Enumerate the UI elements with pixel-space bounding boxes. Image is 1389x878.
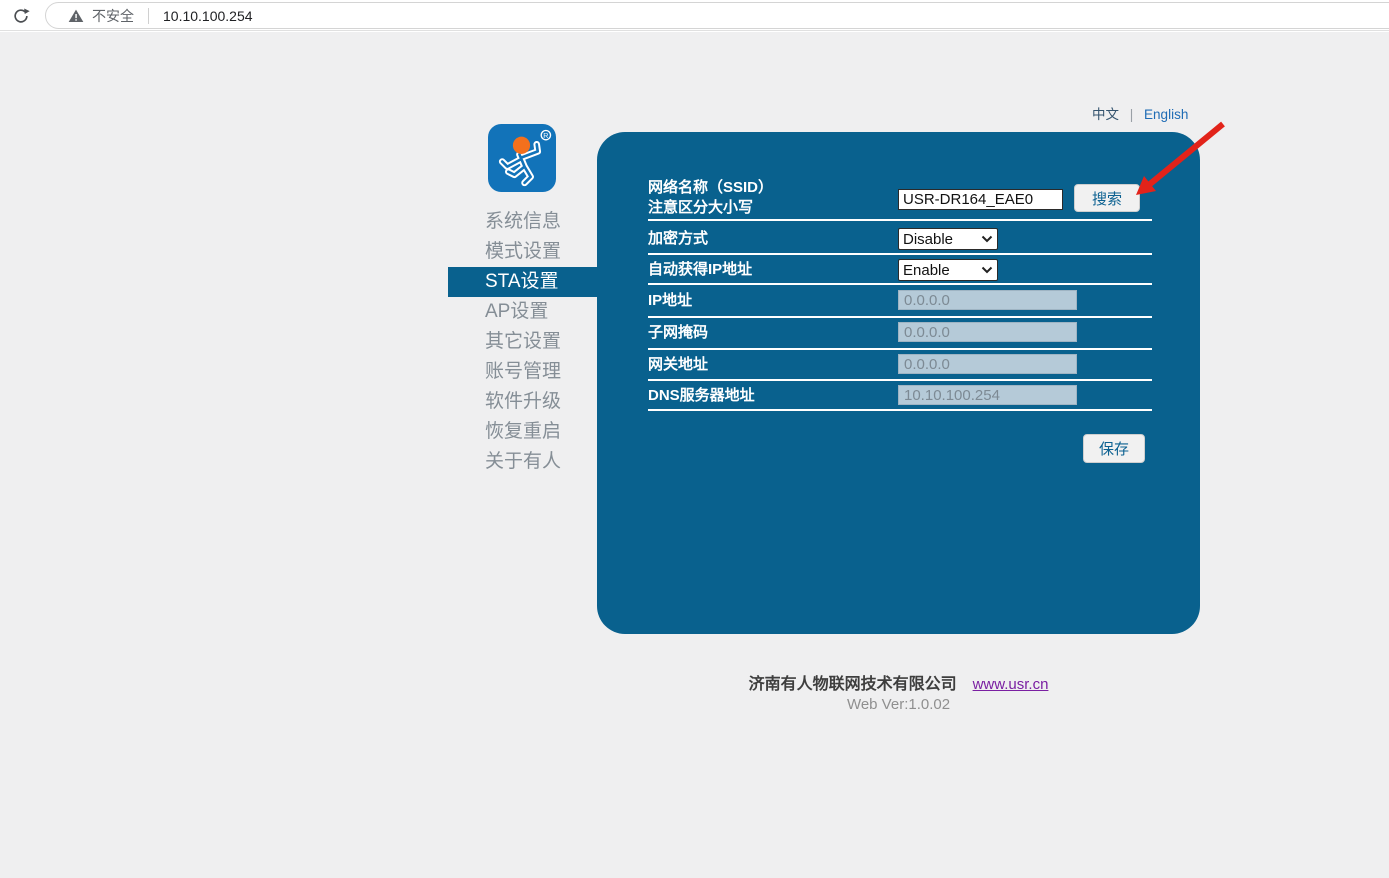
page-background: 中文 | English R 系统信息 模式设置 STA设置 AP设置 其它设置… xyxy=(0,32,1389,878)
language-divider: | xyxy=(1130,107,1134,122)
language-switcher: 中文 | English xyxy=(1092,103,1188,123)
website-link[interactable]: www.usr.cn xyxy=(973,676,1049,693)
usr-logo: R xyxy=(488,124,556,192)
page-footer: 济南有人物联网技术有限公司 www.usr.cn Web Ver:1.0.02 xyxy=(597,670,1200,713)
not-secure-warning-icon[interactable] xyxy=(68,8,84,24)
subnet-mask-label: 子网掩码 xyxy=(648,323,708,343)
sidebar-item-sta-settings[interactable]: STA设置 xyxy=(448,267,597,297)
sidebar-menu: 系统信息 模式设置 STA设置 AP设置 其它设置 账号管理 软件升级 恢复重启… xyxy=(448,207,597,477)
dns-server-label: DNS服务器地址 xyxy=(648,386,755,406)
company-name: 济南有人物联网技术有限公司 xyxy=(749,676,957,693)
reload-icon[interactable] xyxy=(11,6,31,26)
sidebar-item-about-usr[interactable]: 关于有人 xyxy=(448,447,597,477)
sta-settings-panel: 网络名称（SSID） 注意区分大小写 搜索 加密方式 Disable 自动获得I… xyxy=(597,132,1200,634)
row-separator xyxy=(648,316,1152,318)
browser-toolbar: 不安全 10.10.100.254 xyxy=(0,0,1389,31)
address-bar[interactable]: 不安全 10.10.100.254 xyxy=(45,2,1389,29)
subnet-mask-input xyxy=(898,322,1077,342)
url-text: 10.10.100.254 xyxy=(163,8,253,24)
auto-ip-label: 自动获得IP地址 xyxy=(648,260,752,280)
address-bar-divider xyxy=(148,8,149,24)
row-separator xyxy=(648,348,1152,350)
sidebar-item-account-management[interactable]: 账号管理 xyxy=(448,357,597,387)
ssid-input[interactable] xyxy=(898,189,1063,210)
encryption-select[interactable]: Disable xyxy=(898,228,998,250)
row-separator xyxy=(648,379,1152,381)
web-version: Web Ver:1.0.02 xyxy=(597,696,1200,713)
ip-address-input xyxy=(898,290,1077,310)
encryption-label: 加密方式 xyxy=(648,229,708,249)
gateway-label: 网关地址 xyxy=(648,355,708,375)
sidebar-item-ap-settings[interactable]: AP设置 xyxy=(448,297,597,327)
row-separator xyxy=(648,409,1152,411)
sidebar-item-mode-settings[interactable]: 模式设置 xyxy=(448,237,597,267)
not-secure-label: 不安全 xyxy=(92,6,134,26)
sidebar-item-other-settings[interactable]: 其它设置 xyxy=(448,327,597,357)
sidebar-item-firmware-upgrade[interactable]: 软件升级 xyxy=(448,387,597,417)
svg-text:R: R xyxy=(543,132,548,140)
search-button[interactable]: 搜索 xyxy=(1074,184,1140,212)
row-separator xyxy=(648,283,1152,285)
gateway-input xyxy=(898,354,1077,374)
language-link-english[interactable]: English xyxy=(1144,107,1188,122)
auto-ip-select[interactable]: Enable xyxy=(898,259,998,281)
row-separator xyxy=(648,219,1152,221)
screen: 不安全 10.10.100.254 中文 | English R 系统信息 xyxy=(0,0,1389,878)
ip-address-label: IP地址 xyxy=(648,291,692,311)
language-link-chinese[interactable]: 中文 xyxy=(1092,107,1119,122)
dns-server-input xyxy=(898,385,1077,405)
sidebar-item-restore-restart[interactable]: 恢复重启 xyxy=(448,417,597,447)
sidebar-item-system-info[interactable]: 系统信息 xyxy=(448,207,597,237)
save-button[interactable]: 保存 xyxy=(1083,434,1145,463)
row-separator xyxy=(648,253,1152,255)
ssid-label: 网络名称（SSID） 注意区分大小写 xyxy=(648,178,773,218)
